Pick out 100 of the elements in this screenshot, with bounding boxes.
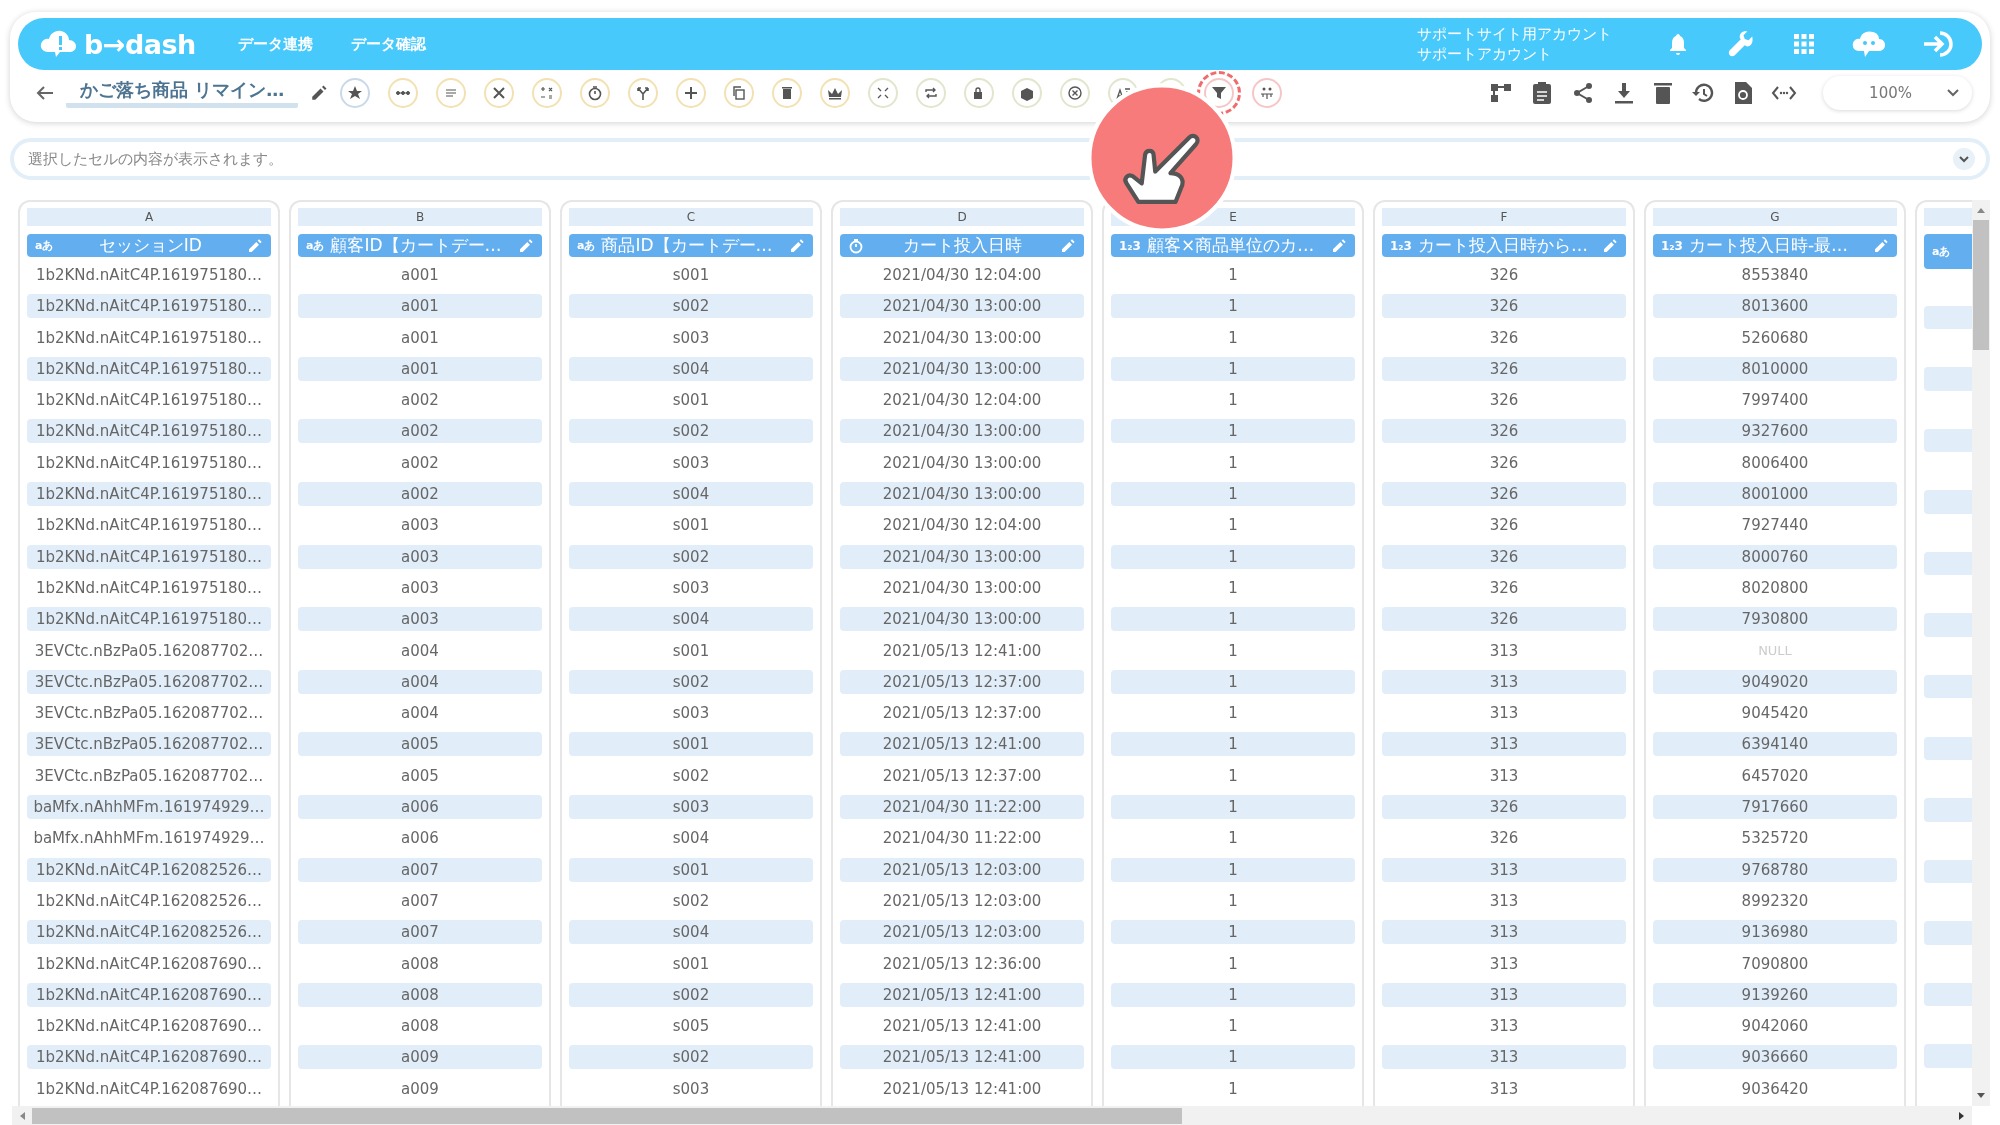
table-cell: 3EVCtc.nBzPa05.162087702…	[27, 669, 271, 694]
table-cell-text: 1	[1227, 703, 1239, 725]
column-letter[interactable]: A	[27, 208, 271, 226]
horizontal-scrollbar[interactable]	[12, 1106, 1972, 1125]
table-cell-text: s003	[671, 1078, 711, 1100]
scrollbar-thumb[interactable]	[32, 1107, 1182, 1124]
stopwatch-icon[interactable]	[580, 78, 611, 108]
lock-icon[interactable]	[964, 78, 995, 108]
trash-icon[interactable]	[772, 78, 803, 108]
table-cell: 9139260	[1653, 982, 1897, 1007]
table-cell: 1	[1111, 294, 1355, 319]
table-cell: 8010000	[1653, 356, 1897, 381]
table-cell: 1	[1111, 857, 1355, 882]
download-icon[interactable]	[1613, 81, 1636, 105]
table-cell: 313	[1382, 857, 1626, 882]
column-title: セッションID	[97, 234, 203, 257]
pencil-icon[interactable]	[310, 84, 329, 102]
nav-link[interactable]: データ連携	[237, 34, 313, 54]
table-cell: a001	[298, 356, 542, 381]
document-refresh-icon[interactable]	[1733, 81, 1754, 105]
scrollbar-thumb[interactable]	[1973, 220, 1989, 350]
group-icon[interactable]	[1252, 78, 1283, 108]
table-cell-text: a007	[400, 890, 440, 912]
compress-icon[interactable]	[868, 78, 899, 108]
table-cell: s002	[569, 419, 813, 444]
table-cell-text: 2021/04/30 13:00:00	[881, 452, 1043, 474]
plus-icon[interactable]	[676, 78, 707, 108]
table-cell-text: 1	[1227, 890, 1239, 912]
calculator-icon[interactable]	[532, 78, 563, 108]
table-cell: 1b2KNd.nAitC4P.162082526…	[27, 857, 271, 882]
table-cell: 2021/05/13 12:03:00	[840, 920, 1084, 945]
table-cell: s004	[569, 920, 813, 945]
history-icon[interactable]	[1691, 81, 1716, 105]
table-cell: 1	[1111, 544, 1355, 569]
column-letter[interactable]: D	[840, 208, 1084, 226]
scroll-right-icon[interactable]	[1958, 1110, 1966, 1121]
column-header[interactable]: aあ セッションID	[27, 234, 271, 257]
clipboard-icon[interactable]	[1531, 81, 1554, 105]
column-header[interactable]: カート投入日時	[840, 234, 1084, 257]
table-cell	[1924, 490, 1972, 514]
table-cell: 1	[1111, 482, 1355, 507]
scroll-up-icon[interactable]	[1976, 206, 1986, 214]
copy-icon[interactable]	[724, 78, 755, 108]
chevron-down-icon[interactable]	[1952, 147, 1976, 171]
flow-icon[interactable]	[1489, 81, 1514, 105]
table-cell-text: 9042060	[1740, 1016, 1810, 1038]
table-cell-text: 5325720	[1740, 828, 1810, 850]
column-header[interactable]: 1₂3 顧客×商品単位のカ…	[1111, 234, 1355, 257]
column-letter[interactable]: C	[569, 208, 813, 226]
zoom-select[interactable]: 100%	[1823, 76, 1972, 110]
table-cell: 6394140	[1653, 732, 1897, 757]
table-cell-text: 8006400	[1740, 452, 1810, 474]
nav-link[interactable]: データ確認	[350, 34, 426, 54]
table-cell-text: 1	[1227, 828, 1239, 850]
column-letter[interactable]: G	[1653, 208, 1897, 226]
column-header[interactable]: aあ	[1924, 233, 1972, 269]
table-cell-text: 326	[1488, 390, 1520, 412]
cell-content-field[interactable]: 選択したセルの内容が表示されます。	[10, 138, 1990, 180]
table-cell-text: 313	[1488, 1078, 1520, 1100]
table-cell-text: a002	[400, 452, 440, 474]
x-circle-icon[interactable]	[1060, 78, 1091, 108]
column-header[interactable]: aあ 顧客ID【カートデー…	[298, 234, 542, 257]
table-cell: 9049020	[1653, 669, 1897, 694]
table-cell: 1	[1111, 669, 1355, 694]
scroll-left-icon[interactable]	[18, 1110, 26, 1121]
column-title: カート投入日時	[901, 234, 1023, 257]
table-cell-text: 2021/05/13 12:37:00	[881, 765, 1043, 787]
column-header[interactable]: 1₂3 カート投入日時から…	[1382, 234, 1626, 257]
dots-icon[interactable]	[388, 78, 419, 108]
table-cell: 313	[1382, 920, 1626, 945]
vertical-scrollbar[interactable]	[1972, 200, 1990, 1106]
column-header[interactable]: 1₂3 カート投入日時-最…	[1653, 234, 1897, 257]
column-header[interactable]: aあ 商品ID【カートデー…	[569, 234, 813, 257]
table-cell: 1	[1111, 1045, 1355, 1070]
table-cell-text: 9045420	[1740, 703, 1810, 725]
table-cell-text: 1	[1227, 1078, 1239, 1100]
scroll-down-icon[interactable]	[1976, 1092, 1986, 1100]
table-cell	[1924, 798, 1972, 822]
repeat-icon[interactable]	[916, 78, 947, 108]
table-cell: 326	[1382, 607, 1626, 632]
table-cell-text: 1b2KNd.nAitC4P.161975180…	[34, 327, 264, 349]
crown-icon[interactable]	[820, 78, 851, 108]
table-cell: s002	[569, 669, 813, 694]
table-cell-text: s003	[671, 452, 711, 474]
table-cell	[1924, 982, 1972, 1007]
lines-icon[interactable]	[436, 78, 467, 108]
table-cell-text: s003	[671, 327, 711, 349]
back-arrow-icon[interactable]	[36, 86, 54, 100]
table-cell: 2021/04/30 13:00:00	[840, 356, 1084, 381]
flow-title[interactable]: かご落ち商品 リマイン…	[66, 78, 299, 108]
table-cell-text: s003	[671, 703, 711, 725]
table-cell: a004	[298, 669, 542, 694]
branch-icon[interactable]	[628, 78, 659, 108]
table-cell: baMfx.nAhhMFm.161974929…	[27, 795, 271, 820]
table-cell-text: 2021/05/13 12:36:00	[881, 953, 1043, 975]
trash-icon[interactable]	[1653, 81, 1674, 105]
table-cell: a007	[298, 920, 542, 945]
stopwatch-icon	[848, 237, 864, 254]
column-letter[interactable]: B	[298, 208, 542, 226]
column-letter[interactable]: F	[1382, 208, 1626, 226]
